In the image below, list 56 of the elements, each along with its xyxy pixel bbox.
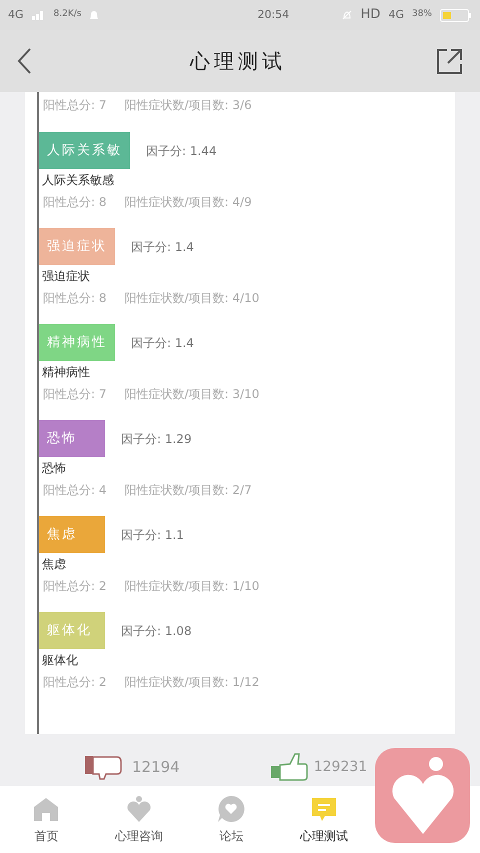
factor-score: 因子分: 1.4 xyxy=(131,238,194,256)
thumbs-down-icon xyxy=(84,754,122,780)
symptom-ratio: 阳性症状数/项目数: 1/10 xyxy=(124,578,260,595)
share-icon xyxy=(436,48,463,74)
factor-name: 恐怖 xyxy=(41,460,66,477)
factor-name: 人际关系敏感 xyxy=(41,172,114,189)
symptom-ratio: 阳性症状数/项目数: 1/12 xyxy=(124,674,260,691)
positive-total: 阳性总分: 2 xyxy=(43,674,106,691)
tab-item[interactable]: 心理测试 xyxy=(278,786,370,853)
symptom-ratio: 阳性症状数/项目数: 3/6 xyxy=(124,97,252,114)
tab-item[interactable]: 论坛 xyxy=(185,786,278,853)
thumbs-up-icon xyxy=(270,753,308,781)
factor-tag: 恐怖 xyxy=(39,420,105,457)
factor-score: 因子分: 1.1 xyxy=(121,526,184,544)
factor-tag: 精神病性 xyxy=(39,324,115,361)
positive-total: 阳性总分: 2 xyxy=(43,578,106,595)
symptom-ratio: 阳性症状数/项目数: 4/9 xyxy=(124,194,252,211)
factor-name: 躯体化 xyxy=(41,652,78,669)
positive-total: 阳性总分: 8 xyxy=(43,194,106,211)
dislike-count: 12194 xyxy=(132,756,180,778)
page-title: 心理测试 xyxy=(190,48,286,75)
signal-icon xyxy=(32,10,46,20)
factor-name: 焦虑 xyxy=(41,556,66,573)
symptom-ratio: 阳性症状数/项目数: 4/10 xyxy=(124,290,260,307)
positive-total: 阳性总分: 7 xyxy=(43,386,106,403)
positive-total: 阳性总分: 8 xyxy=(43,290,106,307)
chat-heart-icon xyxy=(217,794,246,822)
speed-label: 8.2K/s xyxy=(54,8,82,22)
mute-icon xyxy=(340,9,353,21)
time-label: 20:54 xyxy=(257,6,290,23)
hd-label: HD xyxy=(360,6,380,24)
like-count: 129231 xyxy=(314,758,368,776)
factor-score: 因子分: 1.29 xyxy=(121,430,192,448)
factor-tag: 人际关系敏 xyxy=(39,132,130,169)
positive-total: 阳性总分: 7 xyxy=(43,97,106,114)
tab-item[interactable]: 首页 xyxy=(0,786,92,853)
heart-person-icon xyxy=(124,794,153,822)
network-label: 4G xyxy=(8,6,24,23)
symptom-ratio: 阳性症状数/项目数: 2/7 xyxy=(124,482,252,499)
bell-icon xyxy=(89,10,100,20)
positive-total: 阳性总分: 4 xyxy=(43,482,106,499)
battery-label: 38% xyxy=(412,8,432,22)
back-icon xyxy=(16,47,32,75)
factor-tag: 焦虑 xyxy=(39,516,105,553)
symptom-ratio: 阳性症状数/项目数: 3/10 xyxy=(124,386,260,403)
battery-icon xyxy=(440,8,472,22)
factor-name: 强迫症状 xyxy=(41,268,90,285)
factor-name: 精神病性 xyxy=(41,364,90,381)
share-button[interactable] xyxy=(436,47,464,75)
factor-tag: 强迫症状 xyxy=(39,228,115,265)
factor-score: 因子分: 1.08 xyxy=(121,622,192,640)
network-label: 4G xyxy=(388,6,404,23)
factor-score: 因子分: 1.4 xyxy=(131,334,194,352)
factor-tag: 躯体化 xyxy=(39,612,105,649)
tab-item[interactable]: 心理咨询 xyxy=(92,786,185,853)
factor-score: 因子分: 1.44 xyxy=(146,142,217,160)
